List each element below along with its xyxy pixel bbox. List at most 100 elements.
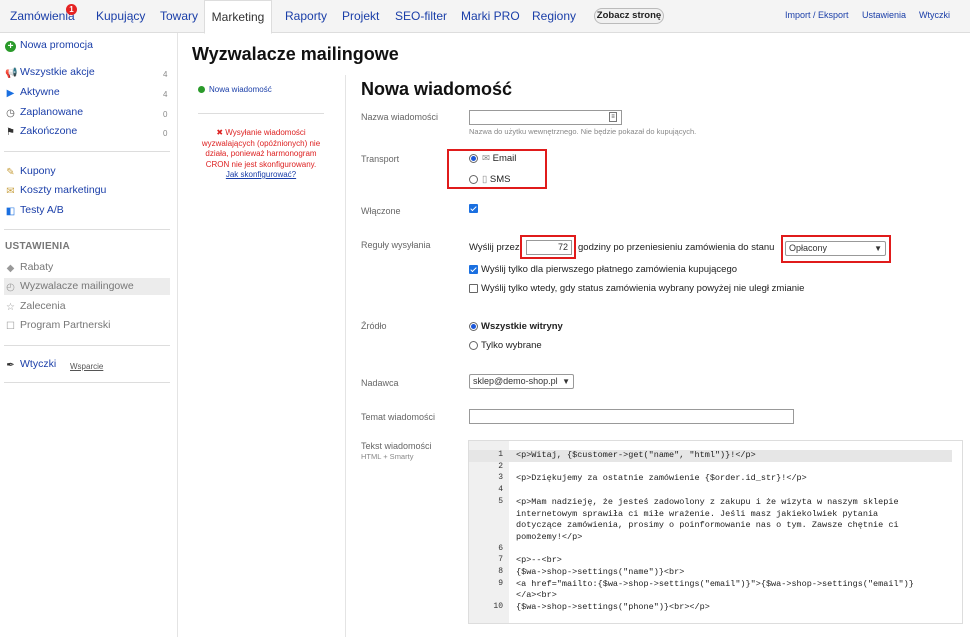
import-export-link[interactable]: Import / Eksport — [785, 10, 849, 20]
form-title: Nowa wiadomość — [361, 79, 513, 99]
divider — [4, 229, 170, 230]
add-icon — [198, 86, 205, 93]
sidebar-item-coupons[interactable]: ✎ Kupony — [5, 163, 55, 179]
divider — [198, 113, 324, 114]
new-message-label: Nowa wiadomość — [209, 85, 272, 94]
line-number: 2 — [498, 461, 503, 471]
sms-text: SMS — [489, 174, 511, 185]
configure-cron-link[interactable]: Jak skonfigurować? — [198, 170, 324, 181]
tab-orders[interactable]: Zamówienia — [10, 0, 75, 33]
sidebar-item-mailing-triggers[interactable]: ◴ Wyzwalacze mailingowe — [5, 278, 134, 294]
enabled-checkbox[interactable] — [469, 204, 478, 213]
star-icon: ☆ — [6, 302, 15, 313]
transport-sms-radio[interactable] — [469, 175, 478, 184]
sidebar-item-discounts[interactable]: ◆ Rabaty — [5, 259, 54, 275]
sender-select[interactable]: sklep@demo-shop.pl ▼ — [469, 374, 574, 389]
line-number: 8 — [498, 567, 503, 576]
sidebar-item-marketing-costs[interactable]: ✉ Koszty marketingu — [5, 182, 106, 198]
source-selected-radio[interactable] — [469, 341, 478, 350]
transport-sms-label: ▯ SMS — [482, 174, 510, 185]
transport-email-label: ✉ Email — [482, 153, 516, 164]
transport-email-radio[interactable] — [469, 154, 478, 163]
sidebar-item-plugins[interactable]: ✒ Wtyczki — [5, 356, 56, 372]
divider — [4, 151, 170, 152]
count-active: 4 — [163, 90, 168, 99]
name-label: Nazwa wiadomości — [361, 112, 439, 122]
sidebar-item-label: Zalecenia — [20, 300, 66, 312]
cron-warning: ✖ Wysyłanie wiadomości wyzwalających (op… — [198, 128, 324, 181]
ab-icon: ◧ — [5, 206, 16, 217]
subject-label: Temat wiadomości — [361, 412, 436, 422]
message-name-input[interactable] — [469, 110, 622, 125]
phone-icon: ▯ — [482, 174, 490, 185]
tab-reports[interactable]: Raporty — [285, 0, 327, 33]
code-editor[interactable]: 1 <p>Witaj, {$customer->get("name", "html… — [468, 440, 963, 624]
chevron-down-icon: ▼ — [562, 377, 570, 386]
settings-heading: USTAWIENIA — [5, 241, 71, 252]
see-store-button[interactable]: Zobacz stronę — [594, 8, 664, 24]
subject-input[interactable] — [469, 409, 794, 424]
tab-seo-filter[interactable]: SEO-filter — [395, 0, 447, 33]
code-line: </a><br> — [516, 590, 557, 601]
code-line: <p>Dziękujemy za ostatnie zamówienie {$o… — [516, 473, 807, 484]
tab-products[interactable]: Towary — [160, 0, 198, 33]
sidebar-item-recommendations[interactable]: ☆ Zalecenia — [5, 298, 66, 314]
new-message-link[interactable]: Nowa wiadomość — [198, 85, 272, 94]
source-all-label: Wszystkie witryny — [481, 321, 563, 332]
plug-icon: ✒ — [6, 360, 15, 371]
clock-icon: ◷ — [6, 108, 15, 119]
settings-link[interactable]: Ustawienia — [862, 10, 906, 20]
rules-label: Reguły wysyłania — [361, 240, 431, 250]
tab-regions[interactable]: Regiony — [532, 0, 576, 33]
hours-input[interactable]: 72 — [526, 240, 572, 255]
sidebar-item-active[interactable]: ▶ Aktywne — [5, 84, 60, 100]
body-label-sub: HTML + Smarty — [361, 452, 414, 461]
status-unchanged-checkbox[interactable] — [469, 284, 478, 293]
count-finished: 0 — [163, 129, 168, 138]
field-menu-icon: ≡ — [609, 112, 617, 122]
sidebar-item-affiliate[interactable]: ☐ Program Partnerski — [5, 317, 110, 333]
code-line: {$wa->shop->settings("name")}<br> — [516, 567, 685, 577]
line-number: 9 — [498, 578, 503, 588]
sidebar-item-label: Wtyczki — [20, 358, 57, 370]
status-unchanged-label: Wyślij tylko wtedy, gdy status zamówieni… — [481, 283, 805, 294]
money-icon: ✉ — [6, 186, 15, 197]
sidebar-item-all-promotions[interactable]: 📢 Wszystkie akcje — [5, 64, 95, 80]
envelope-icon: ✉ — [482, 153, 493, 164]
support-link[interactable]: Wsparcie — [70, 362, 103, 371]
sidebar-item-label: Aktywne — [20, 86, 60, 98]
sidebar-item-label: Rabaty — [20, 261, 54, 273]
code-line: pomożemy!</p> — [516, 531, 583, 542]
tab-customers[interactable]: Kupujący — [96, 0, 145, 33]
sidebar-item-label: Zakończone — [20, 125, 78, 137]
tag-icon: ◆ — [6, 263, 15, 274]
megaphone-icon: 📢 — [5, 68, 18, 79]
sidebar-item-label: Program Partnerski — [20, 319, 111, 331]
sidebar-item-ab-tests[interactable]: ◧ Testy A/B — [5, 202, 64, 218]
new-promotion-link[interactable]: + Nowa promocja — [5, 37, 93, 53]
line-number: 6 — [498, 543, 503, 553]
code-line: {$wa->shop->settings("phone")}<br></p> — [516, 602, 710, 613]
first-order-checkbox[interactable] — [469, 265, 478, 274]
rules-prefix: Wyślij przez — [469, 242, 520, 253]
top-navigation: Zamówienia 1 Kupujący Towary Marketing R… — [0, 0, 970, 34]
tab-brands-pro[interactable]: Marki PRO — [461, 0, 520, 33]
sender-label: Nadawca — [361, 378, 399, 388]
tab-design[interactable]: Projekt — [342, 0, 379, 33]
line-number: 5 — [498, 496, 503, 506]
first-order-label: Wyślij tylko dla pierwszego płatnego zam… — [481, 264, 738, 275]
orders-badge: 1 — [66, 4, 77, 15]
order-status-select[interactable]: Opłacony ▼ — [785, 241, 886, 256]
sidebar-item-finished[interactable]: ⚑ Zakończone — [5, 123, 77, 139]
sidebar-item-scheduled[interactable]: ◷ Zaplanowane — [5, 104, 83, 120]
partner-icon: ☐ — [6, 321, 15, 332]
divider — [4, 382, 170, 383]
code-line: <p>Witaj, {$customer->get("name", "html"… — [516, 450, 756, 460]
source-all-radio[interactable] — [469, 322, 478, 331]
tab-marketing[interactable]: Marketing — [204, 0, 272, 34]
rules-middle-text: godziny po przeniesieniu zamówienia do s… — [578, 242, 775, 253]
play-icon: ▶ — [6, 88, 15, 99]
sidebar-item-label: Koszty marketingu — [20, 184, 107, 196]
column-divider — [345, 75, 346, 637]
plugins-link[interactable]: Wtyczki — [919, 10, 950, 20]
